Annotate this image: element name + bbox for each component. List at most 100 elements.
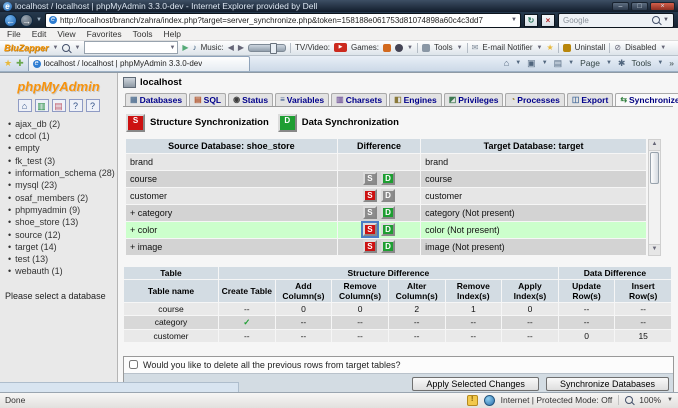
delete-rows-checkbox[interactable] (129, 360, 138, 369)
recent-pages-dropdown-icon[interactable]: ▼ (36, 17, 42, 23)
refresh-button[interactable]: ↻ (524, 14, 538, 27)
tools-command-dropdown-icon[interactable]: ▼ (657, 60, 663, 66)
disabled-menu[interactable]: Disabled (625, 43, 656, 52)
home-icon[interactable]: ⌂ (504, 58, 509, 68)
more-commands-chevron[interactable]: » (669, 58, 674, 68)
youtube-icon[interactable]: ▶ (334, 43, 347, 52)
volume-slider-thumb[interactable] (270, 43, 277, 54)
volume-slider[interactable] (248, 44, 286, 52)
delete-rows-label[interactable]: Would you like to delete all the previou… (143, 360, 400, 370)
zoom-icon[interactable] (625, 396, 633, 404)
apply-selected-changes-button[interactable]: Apply Selected Changes (412, 377, 539, 391)
search-input[interactable]: Google ▼ (558, 13, 674, 28)
db-link[interactable]: cdcol (1) (15, 130, 50, 142)
disabled-dropdown-icon[interactable]: ▼ (660, 45, 666, 51)
menu-view[interactable]: View (57, 29, 75, 39)
page-menu[interactable]: Page (580, 58, 600, 68)
forward-button[interactable]: → (20, 14, 33, 27)
maximize-button[interactable]: □ (631, 2, 648, 11)
db-link[interactable]: mysql (23) (15, 179, 57, 191)
structure-sync-button[interactable]: S (363, 223, 377, 236)
tools-menu[interactable]: Tools (434, 43, 453, 52)
print-icon[interactable]: ▤ (554, 58, 563, 69)
tab-export[interactable]: ◫Export (567, 93, 613, 106)
game-icon[interactable] (383, 44, 391, 52)
phpmyadmin-logo[interactable]: phpMyAdmin (2, 76, 115, 99)
toolbar-combobox[interactable]: ▼ (84, 41, 178, 54)
add-favorite-icon[interactable]: ✚ (16, 58, 24, 69)
tab-privileges[interactable]: ◩Privileges (444, 93, 504, 106)
scroll-up-icon[interactable]: ▲ (649, 140, 660, 151)
structure-sync-button[interactable]: S (363, 172, 377, 185)
db-link[interactable]: test (13) (15, 253, 48, 265)
db-link[interactable]: phpmyadmin (9) (15, 204, 80, 216)
email-dropdown-icon[interactable]: ▼ (537, 45, 543, 51)
home-dropdown-icon[interactable]: ▼ (515, 60, 521, 66)
menu-tools[interactable]: Tools (133, 29, 153, 39)
pma-docs-icon[interactable]: ▤ (52, 99, 66, 112)
minimize-button[interactable]: – (612, 2, 629, 11)
toolbar-search-dropdown-icon[interactable]: ▼ (74, 45, 80, 51)
data-sync-button[interactable]: D (381, 189, 395, 202)
query-window-icon[interactable]: ▥ (35, 99, 49, 112)
menu-file[interactable]: File (7, 29, 21, 39)
feeds-icon[interactable]: ▣ (527, 58, 536, 69)
email-notifier-menu[interactable]: E-mail Notifier (482, 43, 532, 52)
favorites-icon[interactable]: ★ (4, 58, 12, 69)
search-provider-dropdown-icon[interactable]: ▼ (663, 17, 669, 23)
tab-synchronize[interactable]: ⇆Synchronize (615, 93, 678, 106)
browser-tab[interactable]: e localhost / localhost | phpMyAdmin 3.3… (28, 56, 250, 71)
scrollbar-thumb[interactable] (650, 152, 659, 184)
db-link[interactable]: shoe_store (13) (15, 216, 78, 228)
print-dropdown-icon[interactable]: ▼ (568, 60, 574, 66)
structure-sync-button[interactable]: S (363, 189, 377, 202)
synchronize-databases-button[interactable]: Synchronize Databases (546, 377, 669, 391)
db-link[interactable]: empty (15, 142, 40, 154)
home-icon[interactable]: ⌂ (18, 99, 32, 112)
menu-edit[interactable]: Edit (32, 29, 47, 39)
toolbar-search-icon[interactable] (62, 44, 70, 52)
menu-help[interactable]: Help (163, 29, 180, 39)
db-link[interactable]: target (14) (15, 241, 57, 253)
structure-sync-button[interactable]: S (363, 206, 377, 219)
db-link[interactable]: webauth (1) (15, 265, 63, 277)
data-sync-button[interactable]: D (381, 223, 395, 236)
games-dropdown-icon[interactable]: ▼ (407, 45, 413, 51)
tab-charsets[interactable]: ▥Charsets (331, 93, 387, 106)
menu-favorites[interactable]: Favorites (87, 29, 122, 39)
data-sync-button[interactable]: D (381, 240, 395, 253)
tab-status[interactable]: ◉Status (228, 93, 273, 106)
db-link[interactable]: osaf_members (2) (15, 192, 88, 204)
db-link[interactable]: ajax_db (2) (15, 118, 60, 130)
db-link[interactable]: source (12) (15, 229, 61, 241)
tab-databases[interactable]: ▦Databases (125, 93, 187, 106)
security-report-icon[interactable]: ! (467, 395, 478, 406)
tab-variables[interactable]: ≡Variables (275, 93, 329, 106)
back-button[interactable]: ← (4, 14, 17, 27)
tab-sql[interactable]: ▤SQL (189, 93, 226, 106)
close-button[interactable]: × (650, 2, 675, 11)
star-icon[interactable]: ★ (547, 43, 554, 52)
prev-track-icon[interactable]: ◀ (228, 43, 234, 52)
toolbar-brand-logo[interactable]: BluZapper (4, 43, 49, 53)
game-target-icon[interactable] (395, 44, 403, 52)
mysql-docs-icon[interactable]: ? (86, 99, 100, 112)
address-dropdown-icon[interactable]: ▼ (511, 17, 517, 23)
tools-command-menu[interactable]: Tools (631, 58, 651, 68)
search-icon[interactable] (652, 16, 660, 24)
sql-docs-icon[interactable]: ? (69, 99, 83, 112)
data-sync-button[interactable]: D (381, 172, 395, 185)
tab-processes[interactable]: ◔Processes (505, 93, 564, 106)
zoom-dropdown-icon[interactable]: ▼ (667, 397, 673, 403)
page-dropdown-icon[interactable]: ▼ (606, 60, 612, 66)
stop-button[interactable]: × (541, 14, 555, 27)
uninstall-button[interactable]: Uninstall (575, 43, 606, 52)
brand-dropdown-icon[interactable]: ▼ (53, 45, 59, 51)
db-link[interactable]: fk_test (3) (15, 155, 55, 167)
tab-engines[interactable]: ◧Engines (389, 93, 442, 106)
play-icon[interactable]: ▶ (182, 43, 188, 52)
structure-sync-button[interactable]: S (363, 240, 377, 253)
data-sync-button[interactable]: D (381, 206, 395, 219)
feeds-dropdown-icon[interactable]: ▼ (542, 60, 548, 66)
address-input[interactable]: e http://localhost/branch/zahra/index.ph… (45, 13, 521, 28)
